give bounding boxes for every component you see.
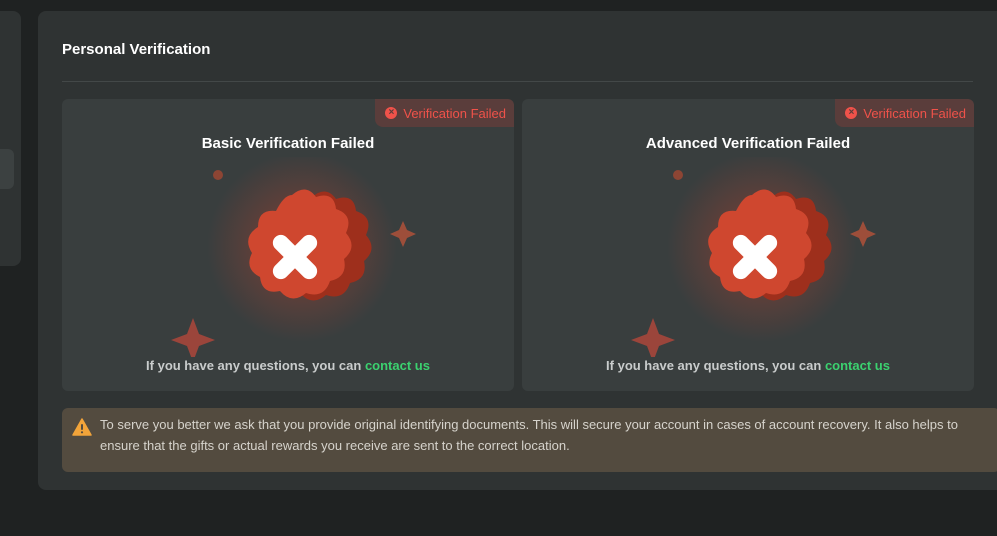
card-footer: If you have any questions, you can conta… <box>62 358 514 373</box>
card-title: Basic Verification Failed <box>201 135 375 152</box>
notice-text: To serve you better we ask that you prov… <box>100 417 958 453</box>
error-circle-icon: × <box>385 107 398 119</box>
failed-seal-icon <box>171 157 416 357</box>
verification-panel: Personal Verification × Verification Fai… <box>38 11 997 490</box>
failed-seal-icon <box>631 157 876 357</box>
status-badge: × Verification Failed <box>375 99 514 127</box>
help-text: If you have any questions, you can <box>606 358 822 373</box>
status-badge: × Verification Failed <box>835 99 974 127</box>
advanced-verification-card: × Verification Failed Advanced Verificat… <box>522 99 974 391</box>
help-text: If you have any questions, you can <box>146 358 362 373</box>
error-circle-icon: × <box>845 107 858 119</box>
contact-us-link[interactable]: contact us <box>365 358 430 373</box>
warning-icon <box>72 418 92 436</box>
status-badge-label: Verification Failed <box>863 105 966 121</box>
document-notice: To serve you better we ask that you prov… <box>62 408 997 472</box>
contact-us-link[interactable]: contact us <box>825 358 890 373</box>
status-badge-label: Verification Failed <box>403 105 506 121</box>
card-title: Advanced Verification Failed <box>645 135 851 152</box>
card-footer: If you have any questions, you can conta… <box>522 358 974 373</box>
divider <box>62 81 973 82</box>
panel-title: Personal Verification <box>62 41 211 58</box>
left-sidebar <box>0 11 21 266</box>
sidebar-item-active[interactable] <box>0 149 14 189</box>
basic-verification-card: × Verification Failed Basic Verification… <box>62 99 514 391</box>
